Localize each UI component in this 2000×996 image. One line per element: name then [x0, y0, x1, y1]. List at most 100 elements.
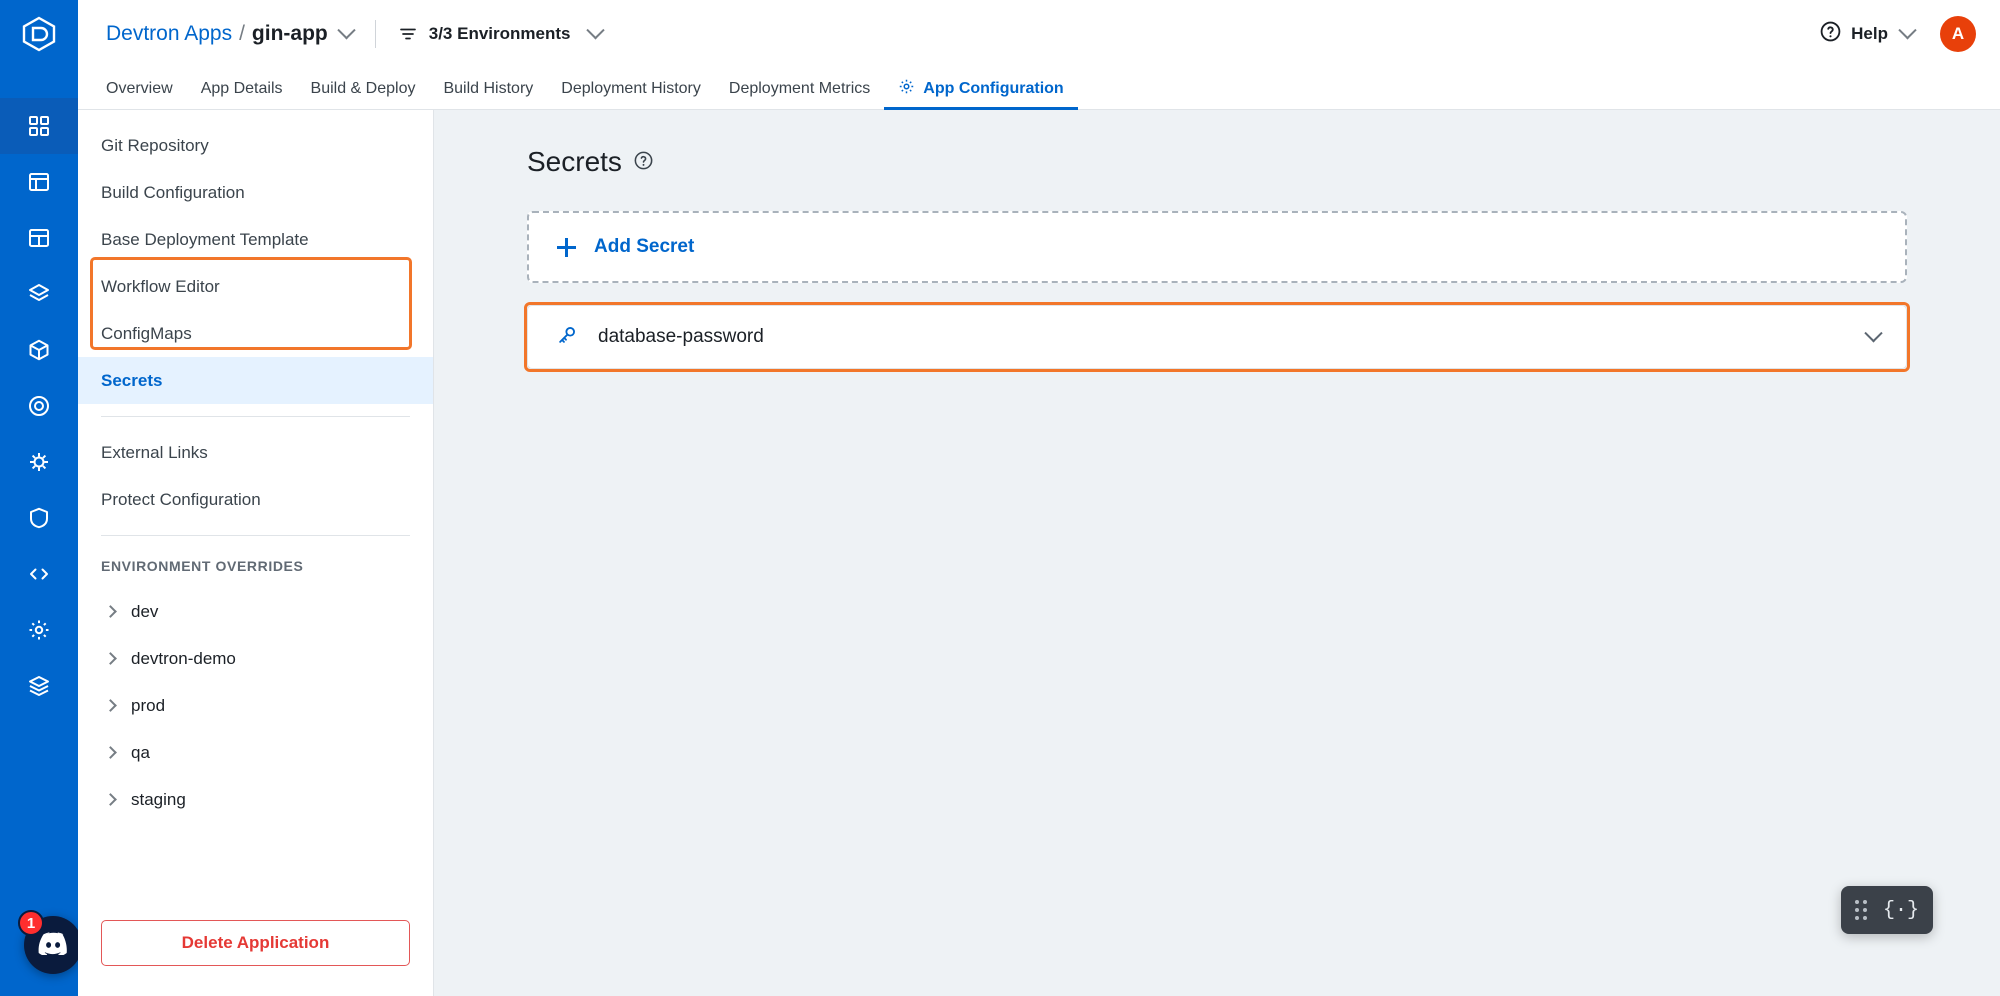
chevron-down-icon[interactable] — [1864, 323, 1883, 342]
nav-label: External Links — [101, 442, 208, 462]
content-area: Devtron Apps / gin-app 3/3 Environments — [78, 0, 2000, 996]
nav-divider — [101, 416, 410, 417]
sidebar-item-build-configuration[interactable]: Build Configuration — [78, 169, 433, 216]
discord-button[interactable]: 1 — [18, 910, 82, 974]
sidebar-item-global-config[interactable] — [0, 602, 78, 658]
chevron-right-icon — [104, 793, 117, 806]
tab-label: App Details — [200, 79, 283, 97]
tab-app-details[interactable]: App Details — [187, 68, 297, 109]
question-circle-icon — [1819, 20, 1842, 48]
nav-label: ConfigMaps — [101, 323, 192, 343]
bug-icon — [27, 450, 51, 474]
sidebar-item-base-deployment-template[interactable]: Base Deployment Template — [78, 216, 433, 263]
delete-application-area: Delete Application — [78, 920, 433, 996]
add-secret-button[interactable]: Add Secret — [527, 211, 1907, 283]
nav-label: Build Configuration — [101, 182, 245, 202]
sidebar-item-code[interactable] — [0, 546, 78, 602]
page-body: Git Repository Build Configuration Base … — [78, 110, 2000, 996]
tab-app-configuration[interactable]: App Configuration — [884, 68, 1079, 110]
env-label: qa — [131, 742, 150, 762]
sidebar-item-security[interactable] — [0, 490, 78, 546]
drag-dots-icon[interactable] — [1854, 900, 1867, 920]
tab-build-history[interactable]: Build History — [429, 68, 547, 109]
tab-label: App Configuration — [923, 79, 1064, 97]
sidebar-item-configmaps[interactable]: ConfigMaps — [78, 310, 433, 357]
env-label: prod — [131, 695, 166, 715]
code-brackets-icon — [27, 562, 51, 586]
header-divider — [374, 20, 376, 48]
chevron-right-icon — [104, 699, 117, 712]
env-item-staging[interactable]: staging — [78, 776, 433, 823]
tab-deployment-metrics[interactable]: Deployment Metrics — [715, 68, 884, 109]
curly-braces-icon[interactable]: {·} — [1883, 899, 1919, 922]
key-icon — [556, 324, 578, 351]
sidebar-item-jobs[interactable] — [0, 154, 78, 210]
sidebar-item-protect-configuration[interactable]: Protect Configuration — [78, 476, 433, 523]
sidebar-item-external-links[interactable]: External Links — [78, 429, 433, 476]
secrets-pane: Secrets Add Secret database-password {·} — [434, 110, 2000, 996]
env-item-qa[interactable]: qa — [78, 729, 433, 776]
sidebar-item-clusters[interactable] — [0, 378, 78, 434]
breadcrumb: Devtron Apps / gin-app — [106, 20, 356, 46]
gear-icon — [27, 618, 51, 642]
page-title: Secrets — [527, 146, 1907, 178]
left-nav-rail: 1 — [0, 0, 82, 996]
env-label: devtron-demo — [131, 648, 236, 668]
sidebar-item-deployment-groups[interactable] — [0, 322, 78, 378]
sidebar-item-bulk-edit[interactable] — [0, 434, 78, 490]
breadcrumb-root-link[interactable]: Devtron Apps — [106, 22, 232, 46]
tab-build-and-deploy[interactable]: Build & Deploy — [297, 68, 430, 109]
secret-row-database-password[interactable]: database-password — [527, 305, 1907, 369]
config-nav-group: Git Repository Build Configuration Base … — [78, 122, 433, 404]
sidebar-item-chart-store[interactable] — [0, 266, 78, 322]
sidebar-item-workflow-editor[interactable]: Workflow Editor — [78, 263, 433, 310]
env-item-dev[interactable]: dev — [78, 588, 433, 635]
tab-label: Build & Deploy — [310, 79, 416, 97]
sidebar-item-git-repository[interactable]: Git Repository — [78, 122, 433, 169]
app-config-sidenav: Git Repository Build Configuration Base … — [78, 110, 434, 996]
add-secret-label: Add Secret — [594, 236, 695, 257]
env-item-devtron-demo[interactable]: devtron-demo — [78, 635, 433, 682]
tab-label: Build History — [443, 79, 534, 97]
delete-application-button[interactable]: Delete Application — [101, 920, 410, 966]
question-circle-icon[interactable] — [633, 146, 654, 178]
nav-divider — [101, 535, 410, 536]
squares-icon — [27, 226, 51, 250]
plus-icon — [557, 237, 576, 257]
tab-deployment-history[interactable]: Deployment History — [547, 68, 715, 109]
secret-row-wrapper: database-password — [524, 302, 1910, 372]
config-nav-secondary-group: External Links Protect Configuration — [78, 429, 433, 523]
page-title-text: Secrets — [527, 146, 622, 177]
nav-label: Secrets — [101, 370, 163, 390]
chevron-down-icon — [1898, 20, 1917, 39]
breadcrumb-current-app: gin-app — [251, 22, 328, 45]
chevron-right-icon — [104, 652, 117, 665]
chevron-right-icon — [104, 605, 117, 618]
sidebar-item-stacks[interactable] — [0, 658, 78, 714]
grid-apps-icon — [27, 114, 51, 138]
environments-label: 3/3 Environments — [428, 24, 571, 43]
stack-icon — [27, 674, 51, 698]
rail-item-list — [0, 98, 78, 714]
gear-icon — [898, 78, 915, 100]
sidebar-item-resource-browser[interactable] — [0, 210, 78, 266]
devtron-logo-icon[interactable] — [0, 0, 78, 68]
tab-label: Deployment History — [561, 79, 701, 97]
avatar[interactable]: A — [1940, 16, 1976, 52]
tab-label: Overview — [106, 79, 173, 97]
env-label: dev — [131, 601, 159, 621]
nav-label: Protect Configuration — [101, 489, 261, 509]
sidebar-item-secrets[interactable]: Secrets — [78, 357, 433, 404]
nav-label: Workflow Editor — [101, 276, 220, 296]
tab-overview[interactable]: Overview — [106, 68, 187, 109]
chevron-down-icon[interactable] — [337, 20, 356, 39]
discord-badge: 1 — [18, 910, 44, 936]
environments-selector[interactable]: 3/3 Environments — [398, 20, 606, 44]
help-menu[interactable]: Help — [1819, 20, 1917, 48]
env-item-prod[interactable]: prod — [78, 682, 433, 729]
sidebar-item-applications[interactable] — [0, 98, 78, 154]
env-label: staging — [131, 789, 186, 809]
secret-name: database-password — [598, 326, 764, 347]
app-tabs: Overview App Details Build & Deploy Buil… — [78, 68, 2000, 110]
floating-dev-widget[interactable]: {·} — [1840, 886, 1933, 934]
